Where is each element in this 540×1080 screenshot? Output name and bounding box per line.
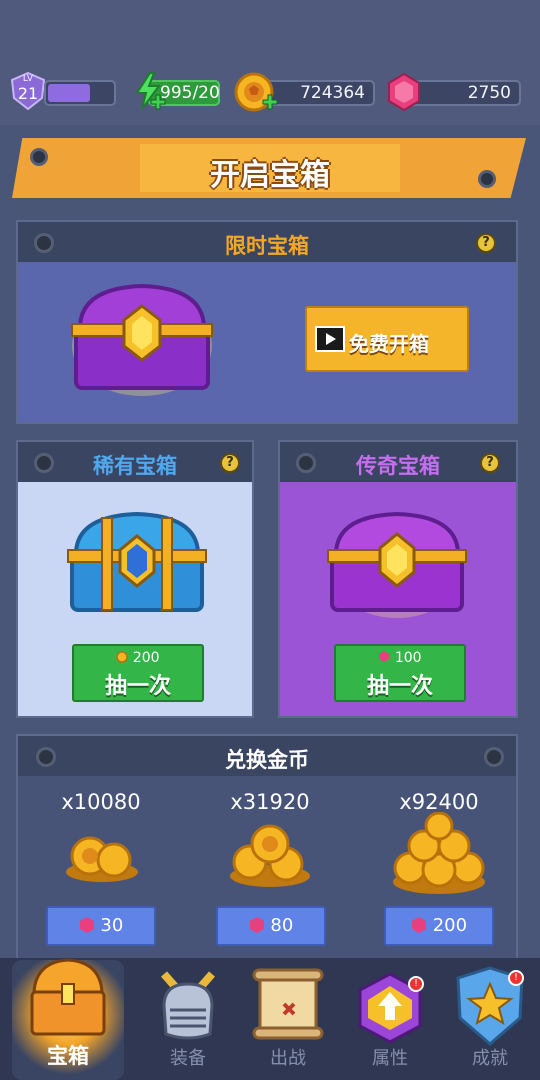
video-icon xyxy=(315,326,345,352)
legend-draw-button[interactable]: 100 抽一次 xyxy=(334,644,466,702)
offer-price: 80 xyxy=(270,915,294,936)
energy-value: 995/20 xyxy=(160,83,220,103)
legend-chest-icon xyxy=(327,511,467,618)
offer-amount: x10080 xyxy=(61,790,141,814)
offer-buy-button[interactable]: 30 xyxy=(46,906,156,946)
rare-draw-button[interactable]: 200 抽一次 xyxy=(72,644,204,702)
xp-bar xyxy=(44,80,116,106)
free-open-label: 免费开箱 xyxy=(349,332,429,356)
free-open-button[interactable]: 免费开箱 xyxy=(305,306,469,372)
offer-price: 30 xyxy=(100,915,124,936)
nav-tab-achievements[interactable]: ! 成就 xyxy=(440,958,540,1078)
bolt-icon xyxy=(34,233,54,253)
gem-icon xyxy=(388,72,420,112)
rare-cost-value: 200 xyxy=(132,650,160,666)
offer-price: 200 xyxy=(432,915,468,936)
gem-icon xyxy=(411,917,426,933)
exchange-title: 兑换金币 xyxy=(225,748,309,772)
offer-buy-button[interactable]: 80 xyxy=(216,906,326,946)
nav-tab-attributes[interactable]: ! 属性 xyxy=(340,958,440,1078)
help-icon[interactable]: ? xyxy=(480,453,500,473)
nav-label: 属性 xyxy=(372,1048,408,1069)
bolt-icon xyxy=(296,453,316,473)
legend-cost-value: 100 xyxy=(394,650,422,666)
coin-pile-large-icon xyxy=(393,812,485,894)
epic-chest-icon xyxy=(71,283,213,396)
nav-label: 成就 xyxy=(472,1048,508,1069)
coin-value: 724364 xyxy=(300,83,365,103)
legend-cost: 100 xyxy=(336,650,464,668)
limited-chest-title: 限时宝箱 xyxy=(225,234,309,258)
gem-icon xyxy=(79,917,94,933)
level-value: 21 xyxy=(17,84,39,103)
rare-chest-icon xyxy=(67,511,207,612)
bolt-icon xyxy=(30,148,48,166)
help-icon[interactable]: ? xyxy=(220,453,240,473)
offer-buy-button[interactable]: 200 xyxy=(384,906,494,946)
rare-cost: 200 xyxy=(74,650,202,668)
map-scroll-icon xyxy=(252,968,324,1040)
page-title: 开启宝箱 xyxy=(210,158,330,193)
treasure-chest-icon xyxy=(30,958,106,1036)
gem-icon xyxy=(379,651,390,662)
nav-label: 出战 xyxy=(270,1048,306,1069)
add-energy-icon[interactable] xyxy=(150,94,166,110)
add-coins-icon[interactable] xyxy=(262,94,278,110)
bolt-icon xyxy=(36,747,56,767)
nav-tab-equipment[interactable]: 装备 xyxy=(138,958,238,1078)
coin-pile-small-icon xyxy=(66,836,138,882)
notification-badge: ! xyxy=(508,970,524,986)
nav-tab-battle[interactable]: 出战 xyxy=(238,958,338,1078)
gem-value: 2750 xyxy=(467,83,511,103)
notification-badge: ! xyxy=(408,976,424,992)
helmet-icon xyxy=(160,971,216,1040)
gem-icon xyxy=(249,917,264,933)
help-icon[interactable]: ? xyxy=(476,233,496,253)
nav-label: 宝箱 xyxy=(47,1044,89,1068)
offer-amount: x31920 xyxy=(230,790,310,814)
bolt-icon xyxy=(478,170,496,188)
nav-tab-chest[interactable]: 宝箱 xyxy=(18,958,118,1078)
bolt-icon xyxy=(484,747,504,767)
coin-pile-medium-icon xyxy=(230,824,310,887)
nav-label: 装备 xyxy=(170,1048,206,1069)
offer-amount: x92400 xyxy=(399,790,479,814)
bolt-icon xyxy=(34,453,54,473)
level-prefix: LV xyxy=(22,74,34,84)
xp-fill xyxy=(48,84,90,102)
legend-draw-label: 抽一次 xyxy=(366,674,433,699)
rare-draw-label: 抽一次 xyxy=(104,674,171,699)
gem-pill: 2750 xyxy=(406,80,521,106)
coin-icon xyxy=(116,651,129,663)
